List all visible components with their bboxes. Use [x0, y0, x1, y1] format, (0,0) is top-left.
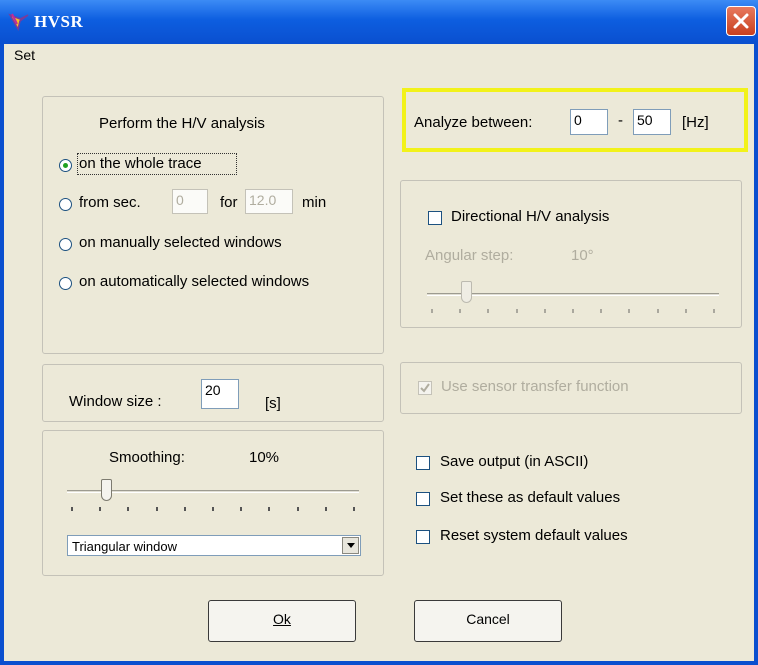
window-type-select[interactable]: Triangular window	[67, 535, 361, 556]
slider-tick	[212, 507, 214, 511]
radio-whole-trace[interactable]	[59, 159, 72, 172]
reset-default-checkbox[interactable]	[416, 530, 430, 544]
for-label: for	[220, 194, 238, 211]
radio-manual-windows-label[interactable]: on manually selected windows	[79, 234, 282, 251]
slider-tick	[268, 507, 271, 511]
sensor-group: Use sensor transfer function	[400, 362, 742, 414]
slider-tick	[572, 309, 574, 313]
freq-to-input[interactable]: 50	[633, 109, 671, 135]
slider-tick	[127, 507, 130, 511]
for-min-input[interactable]: 12.0	[245, 189, 293, 214]
radio-from-sec[interactable]	[59, 198, 72, 211]
window-type-value: Triangular window	[72, 539, 178, 554]
directional-checkbox[interactable]	[428, 211, 442, 225]
window-size-unit: [s]	[265, 395, 281, 412]
slider-tick	[487, 309, 490, 313]
hvsr-logo-icon	[8, 11, 30, 33]
window-title: HVSR	[34, 12, 84, 31]
slider-tick	[183, 507, 186, 511]
slider-tick	[713, 309, 715, 313]
title-bar[interactable]: HVSR	[0, 0, 758, 44]
set-default-label[interactable]: Set these as default values	[440, 489, 620, 506]
menu-set[interactable]: Set	[14, 47, 35, 63]
slider-tick	[155, 507, 158, 511]
sensor-checkbox[interactable]	[418, 381, 432, 395]
menu-bar: Set	[4, 44, 754, 66]
angular-slider-thumb[interactable]	[460, 281, 472, 303]
analysis-group: Perform the H/V analysis on the whole tr…	[42, 96, 384, 354]
ok-button-label: Ok	[273, 611, 291, 627]
window-size-input[interactable]: 20	[201, 379, 239, 409]
radio-manual-windows[interactable]	[59, 238, 72, 251]
slider-tick	[240, 507, 243, 511]
angular-step-value: 10°	[571, 247, 594, 264]
set-default-checkbox[interactable]	[416, 492, 430, 506]
slider-tick	[600, 309, 603, 313]
cancel-button-label: Cancel	[466, 611, 510, 627]
freq-from-input[interactable]: 0	[570, 109, 608, 135]
slider-tick	[353, 507, 355, 511]
directional-group: Directional H/V analysis Angular step: 1…	[400, 180, 742, 328]
smoothing-group: Smoothing: 10% Triangular window	[42, 430, 384, 576]
freq-unit: [Hz]	[682, 114, 709, 131]
from-sec-input[interactable]: 0	[172, 189, 208, 214]
radio-whole-trace-label[interactable]: on the whole trace	[79, 155, 202, 172]
window-size-label: Window size :	[69, 393, 162, 410]
slider-tick	[515, 309, 518, 313]
smoothing-slider-thumb[interactable]	[100, 479, 112, 501]
radio-auto-windows-label[interactable]: on automatically selected windows	[79, 273, 309, 290]
smoothing-label: Smoothing:	[109, 449, 185, 466]
slider-tick	[431, 309, 433, 313]
save-output-checkbox[interactable]	[416, 456, 430, 470]
slider-tick	[656, 309, 659, 313]
close-button[interactable]	[726, 6, 756, 36]
slider-tick	[684, 309, 687, 313]
chevron-down-icon[interactable]	[342, 537, 359, 554]
from-sec-label: from sec.	[79, 194, 141, 211]
ok-button[interactable]: Ok	[208, 600, 356, 642]
analysis-title: Perform the H/V analysis	[99, 115, 265, 132]
save-output-label[interactable]: Save output (in ASCII)	[440, 453, 588, 470]
smoothing-value: 10%	[249, 449, 280, 466]
cancel-button[interactable]: Cancel	[414, 600, 562, 642]
radio-auto-windows[interactable]	[59, 277, 72, 290]
slider-tick	[324, 507, 327, 511]
range-separator: -	[618, 112, 623, 129]
directional-label[interactable]: Directional H/V analysis	[451, 208, 609, 225]
analyze-range-highlight: Analyze between: 0 - 50 [Hz]	[402, 88, 748, 152]
slider-tick	[459, 309, 462, 313]
slider-tick	[296, 507, 299, 511]
angular-step-label: Angular step:	[425, 247, 514, 264]
slider-tick	[543, 309, 546, 313]
slider-tick	[628, 309, 631, 313]
min-label: min	[302, 194, 327, 211]
window-size-group: Window size : 20 [s]	[42, 364, 384, 422]
hvsr-dialog: HVSR Set Perform the H/V analysis on the…	[0, 0, 758, 665]
sensor-label: Use sensor transfer function	[441, 378, 629, 395]
slider-tick	[99, 507, 102, 511]
reset-default-label[interactable]: Reset system default values	[440, 527, 628, 544]
analyze-between-label: Analyze between:	[414, 114, 533, 131]
slider-tick	[71, 507, 73, 511]
